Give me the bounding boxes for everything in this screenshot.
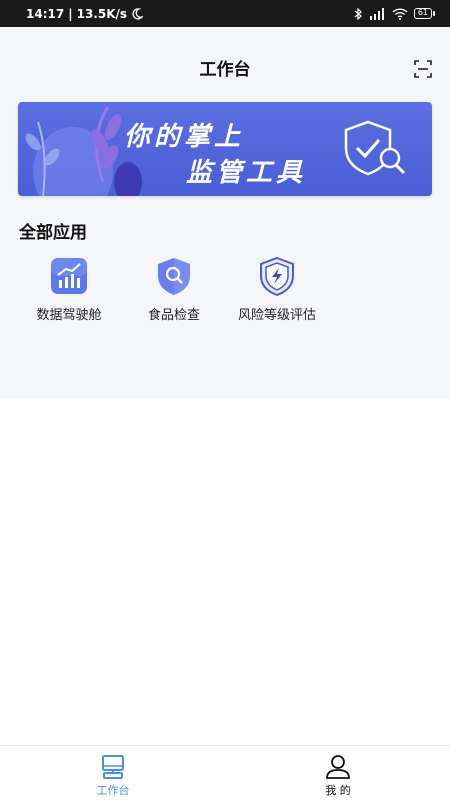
tab-workbench[interactable]: 工作台 bbox=[53, 746, 173, 800]
app-label: 数据驾驶舱 bbox=[36, 308, 102, 323]
status-net-speed: 13.5K/s bbox=[76, 6, 128, 21]
app-grid: 数据驾驶舱 食品检查 风险等级评估 bbox=[0, 256, 450, 326]
promo-banner[interactable]: 你的掌上 监管工具 bbox=[18, 102, 432, 196]
tab-mine[interactable]: 我 的 bbox=[278, 746, 398, 800]
moon-icon bbox=[132, 7, 144, 20]
shield-search-icon bbox=[158, 258, 190, 295]
app-food-inspection[interactable]: 食品检查 bbox=[119, 256, 229, 324]
app-risk-assessment[interactable]: 风险等级评估 bbox=[222, 256, 332, 324]
signal-icon bbox=[369, 7, 384, 20]
tab-label: 工作台 bbox=[96, 784, 130, 797]
page-header: 工作台 bbox=[0, 27, 450, 109]
tab-label: 我 的 bbox=[325, 784, 351, 797]
bottom-tab-bar: 工作台 我 的 bbox=[0, 745, 450, 800]
banner-line2: 监管工具 bbox=[186, 158, 307, 188]
wifi-icon bbox=[392, 7, 408, 20]
chart-icon bbox=[51, 258, 87, 294]
page-title: 工作台 bbox=[199, 59, 251, 80]
status-separator: | bbox=[68, 6, 73, 21]
battery-indicator: 61 bbox=[413, 8, 436, 19]
person-icon bbox=[326, 755, 350, 779]
app-label: 食品检查 bbox=[147, 308, 200, 323]
status-bar: 14:17 | 13.5K/s 61 bbox=[0, 0, 450, 27]
scan-icon[interactable] bbox=[414, 60, 432, 78]
app-data-cockpit[interactable]: 数据驾驶舱 bbox=[14, 256, 124, 324]
status-time: 14:17 bbox=[26, 6, 65, 21]
bluetooth-icon bbox=[354, 7, 362, 20]
shield-check-icon bbox=[344, 120, 406, 176]
monitor-icon bbox=[102, 755, 124, 779]
app-label: 风险等级评估 bbox=[237, 308, 316, 323]
shield-bolt-icon bbox=[260, 256, 294, 296]
section-title: 全部应用 bbox=[19, 223, 87, 243]
banner-line1: 你的掌上 bbox=[124, 122, 245, 152]
